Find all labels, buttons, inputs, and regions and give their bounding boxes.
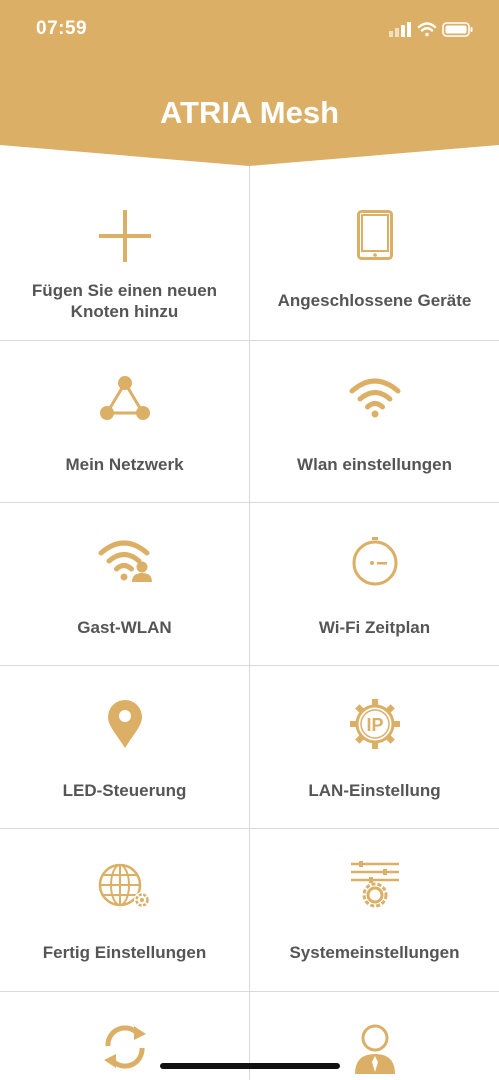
status-time: 07:59 — [36, 18, 88, 39]
location-pin-icon — [0, 699, 249, 749]
app-header: 07:59 ATRIA Mesh — [0, 0, 499, 170]
user-icon — [250, 1024, 499, 1080]
app-title: ATRIA Mesh — [159, 95, 340, 130]
menu-item-lan-settings[interactable]: IP LAN-Einstellung — [250, 666, 499, 828]
system-settings-icon — [250, 861, 499, 911]
globe-gear-icon — [0, 863, 249, 911]
menu-item-label: Fertig Einstellungen — [42, 943, 207, 962]
plus-icon — [0, 210, 249, 262]
svg-text:IP: IP — [366, 715, 383, 735]
menu-item-label: Systemeinstellungen — [289, 943, 460, 962]
tablet-icon — [250, 210, 499, 260]
menu-item-label: Fügen Sie einen neuen Knoten hinzu — [31, 281, 218, 321]
menu-item-add-node[interactable]: Fügen Sie einen neuen Knoten hinzu — [0, 166, 249, 340]
ip-gear-icon: IP — [250, 698, 499, 750]
wifi-status-icon — [417, 22, 437, 37]
menu-item-label: Gast-WLAN — [77, 618, 172, 637]
guest-wifi-icon — [0, 539, 249, 583]
menu-item-label: Wi-Fi Zeitplan — [318, 618, 431, 637]
menu-item-system-settings[interactable]: Systemeinstellungen — [250, 829, 499, 991]
menu-item-label: LAN-Einstellung — [308, 781, 441, 800]
timer-icon — [250, 536, 499, 586]
status-icons — [389, 20, 475, 45]
menu-item-preset-settings[interactable]: Fertig Einstellungen — [0, 829, 249, 991]
menu-item-led-control[interactable]: LED-Steuerung — [0, 666, 249, 828]
menu-item-wifi-schedule[interactable]: Wi-Fi Zeitplan — [250, 503, 499, 665]
wifi-icon — [250, 377, 499, 419]
home-indicator[interactable] — [160, 1063, 340, 1069]
menu-item-wlan-settings[interactable]: Wlan einstellungen — [250, 341, 499, 502]
menu-item-label: LED-Steuerung — [62, 781, 187, 800]
menu-item-my-network[interactable]: Mein Netzwerk — [0, 341, 249, 502]
menu-item-label: Angeschlossene Geräte — [277, 291, 472, 310]
menu-item-label: Mein Netzwerk — [65, 455, 184, 474]
menu-item-label: Wlan einstellungen — [297, 455, 452, 474]
menu-item-connected-devices[interactable]: Angeschlossene Geräte — [250, 166, 499, 340]
cellular-signal-icon — [389, 22, 411, 37]
battery-icon — [442, 22, 473, 37]
network-triangle-icon — [0, 375, 249, 421]
menu-item-guest-wlan[interactable]: Gast-WLAN — [0, 503, 249, 665]
